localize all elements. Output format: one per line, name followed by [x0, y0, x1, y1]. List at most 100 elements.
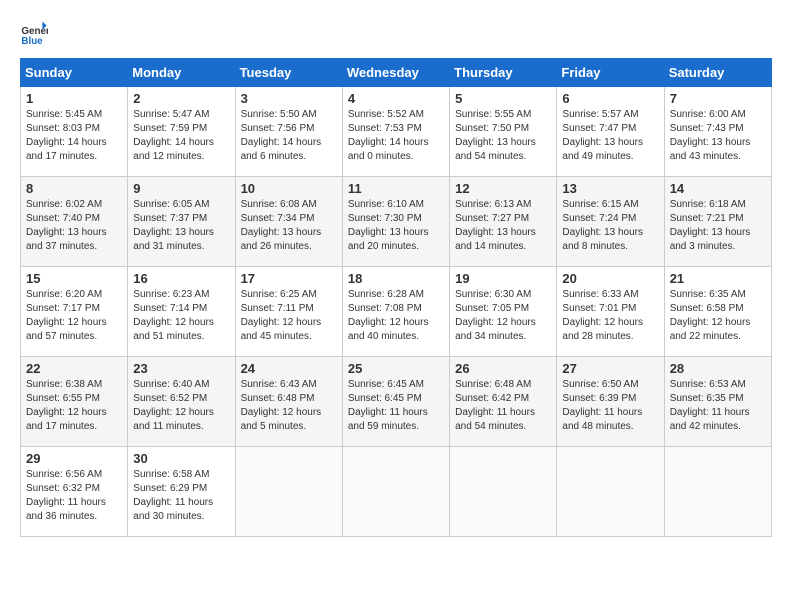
- day-number: 29: [26, 451, 122, 466]
- day-info: Sunrise: 6:38 AM Sunset: 6:55 PM Dayligh…: [26, 378, 122, 434]
- day-info: Sunrise: 6:28 AM Sunset: 7:08 PM Dayligh…: [348, 288, 444, 344]
- calendar-cell: 13 Sunrise: 6:15 AM Sunset: 7:24 PM Dayli…: [557, 177, 664, 267]
- weekday-header: Thursday: [450, 59, 557, 87]
- calendar-cell: 14 Sunrise: 6:18 AM Sunset: 7:21 PM Dayli…: [664, 177, 771, 267]
- day-number: 9: [133, 181, 229, 196]
- day-number: 13: [562, 181, 658, 196]
- calendar-cell: 27 Sunrise: 6:50 AM Sunset: 6:39 PM Dayli…: [557, 357, 664, 447]
- day-info: Sunrise: 5:57 AM Sunset: 7:47 PM Dayligh…: [562, 108, 658, 164]
- calendar-table: SundayMondayTuesdayWednesdayThursdayFrid…: [20, 58, 772, 537]
- calendar-cell: 20 Sunrise: 6:33 AM Sunset: 7:01 PM Dayli…: [557, 267, 664, 357]
- calendar-cell: 10 Sunrise: 6:08 AM Sunset: 7:34 PM Dayli…: [235, 177, 342, 267]
- calendar-cell: 2 Sunrise: 5:47 AM Sunset: 7:59 PM Daylig…: [128, 87, 235, 177]
- calendar-cell: 23 Sunrise: 6:40 AM Sunset: 6:52 PM Dayli…: [128, 357, 235, 447]
- day-info: Sunrise: 6:33 AM Sunset: 7:01 PM Dayligh…: [562, 288, 658, 344]
- calendar-cell: 30 Sunrise: 6:58 AM Sunset: 6:29 PM Dayli…: [128, 447, 235, 537]
- day-info: Sunrise: 6:48 AM Sunset: 6:42 PM Dayligh…: [455, 378, 551, 434]
- calendar-cell: 7 Sunrise: 6:00 AM Sunset: 7:43 PM Daylig…: [664, 87, 771, 177]
- day-number: 17: [241, 271, 337, 286]
- calendar-cell: 1 Sunrise: 5:45 AM Sunset: 8:03 PM Daylig…: [21, 87, 128, 177]
- day-number: 5: [455, 91, 551, 106]
- calendar-cell: [235, 447, 342, 537]
- day-number: 3: [241, 91, 337, 106]
- day-info: Sunrise: 6:15 AM Sunset: 7:24 PM Dayligh…: [562, 198, 658, 254]
- day-info: Sunrise: 5:52 AM Sunset: 7:53 PM Dayligh…: [348, 108, 444, 164]
- day-info: Sunrise: 6:30 AM Sunset: 7:05 PM Dayligh…: [455, 288, 551, 344]
- calendar-cell: 28 Sunrise: 6:53 AM Sunset: 6:35 PM Dayli…: [664, 357, 771, 447]
- day-number: 8: [26, 181, 122, 196]
- day-info: Sunrise: 6:58 AM Sunset: 6:29 PM Dayligh…: [133, 468, 229, 524]
- day-number: 23: [133, 361, 229, 376]
- weekday-header: Wednesday: [342, 59, 449, 87]
- day-number: 14: [670, 181, 766, 196]
- day-info: Sunrise: 6:53 AM Sunset: 6:35 PM Dayligh…: [670, 378, 766, 434]
- svg-text:Blue: Blue: [21, 36, 43, 47]
- calendar-cell: 9 Sunrise: 6:05 AM Sunset: 7:37 PM Daylig…: [128, 177, 235, 267]
- day-number: 16: [133, 271, 229, 286]
- day-info: Sunrise: 6:56 AM Sunset: 6:32 PM Dayligh…: [26, 468, 122, 524]
- weekday-header: Friday: [557, 59, 664, 87]
- day-number: 19: [455, 271, 551, 286]
- day-number: 18: [348, 271, 444, 286]
- day-info: Sunrise: 6:43 AM Sunset: 6:48 PM Dayligh…: [241, 378, 337, 434]
- calendar-cell: 29 Sunrise: 6:56 AM Sunset: 6:32 PM Dayli…: [21, 447, 128, 537]
- calendar-cell: 12 Sunrise: 6:13 AM Sunset: 7:27 PM Dayli…: [450, 177, 557, 267]
- day-info: Sunrise: 6:02 AM Sunset: 7:40 PM Dayligh…: [26, 198, 122, 254]
- day-number: 20: [562, 271, 658, 286]
- day-info: Sunrise: 5:47 AM Sunset: 7:59 PM Dayligh…: [133, 108, 229, 164]
- day-info: Sunrise: 5:45 AM Sunset: 8:03 PM Dayligh…: [26, 108, 122, 164]
- logo-icon: General Blue: [20, 20, 48, 48]
- day-number: 4: [348, 91, 444, 106]
- calendar-cell: 11 Sunrise: 6:10 AM Sunset: 7:30 PM Dayli…: [342, 177, 449, 267]
- day-info: Sunrise: 6:23 AM Sunset: 7:14 PM Dayligh…: [133, 288, 229, 344]
- day-info: Sunrise: 6:20 AM Sunset: 7:17 PM Dayligh…: [26, 288, 122, 344]
- calendar-cell: 18 Sunrise: 6:28 AM Sunset: 7:08 PM Dayli…: [342, 267, 449, 357]
- day-info: Sunrise: 6:18 AM Sunset: 7:21 PM Dayligh…: [670, 198, 766, 254]
- day-info: Sunrise: 6:05 AM Sunset: 7:37 PM Dayligh…: [133, 198, 229, 254]
- day-number: 24: [241, 361, 337, 376]
- day-number: 15: [26, 271, 122, 286]
- calendar-cell: 16 Sunrise: 6:23 AM Sunset: 7:14 PM Dayli…: [128, 267, 235, 357]
- calendar-cell: 26Sunrise: 6:48 AM Sunset: 6:42 PM Dayli…: [450, 357, 557, 447]
- day-number: 7: [670, 91, 766, 106]
- day-info: Sunrise: 6:10 AM Sunset: 7:30 PM Dayligh…: [348, 198, 444, 254]
- calendar-cell: [450, 447, 557, 537]
- calendar-cell: 24 Sunrise: 6:43 AM Sunset: 6:48 PM Dayli…: [235, 357, 342, 447]
- calendar-cell: 4 Sunrise: 5:52 AM Sunset: 7:53 PM Daylig…: [342, 87, 449, 177]
- day-info: Sunrise: 6:40 AM Sunset: 6:52 PM Dayligh…: [133, 378, 229, 434]
- calendar-cell: 3 Sunrise: 5:50 AM Sunset: 7:56 PM Daylig…: [235, 87, 342, 177]
- day-info: Sunrise: 6:13 AM Sunset: 7:27 PM Dayligh…: [455, 198, 551, 254]
- calendar-cell: [664, 447, 771, 537]
- calendar-cell: 6Sunrise: 5:57 AM Sunset: 7:47 PM Daylig…: [557, 87, 664, 177]
- day-number: 25: [348, 361, 444, 376]
- weekday-header: Monday: [128, 59, 235, 87]
- calendar-cell: 22 Sunrise: 6:38 AM Sunset: 6:55 PM Dayli…: [21, 357, 128, 447]
- day-number: 30: [133, 451, 229, 466]
- page-header: General Blue: [20, 20, 772, 48]
- weekday-header: Tuesday: [235, 59, 342, 87]
- day-info: Sunrise: 6:45 AM Sunset: 6:45 PM Dayligh…: [348, 378, 444, 434]
- logo: General Blue: [20, 20, 48, 48]
- day-number: 1: [26, 91, 122, 106]
- day-number: 28: [670, 361, 766, 376]
- calendar-cell: 8 Sunrise: 6:02 AM Sunset: 7:40 PM Daylig…: [21, 177, 128, 267]
- day-number: 22: [26, 361, 122, 376]
- day-number: 11: [348, 181, 444, 196]
- day-info: Sunrise: 6:50 AM Sunset: 6:39 PM Dayligh…: [562, 378, 658, 434]
- calendar-cell: 19 Sunrise: 6:30 AM Sunset: 7:05 PM Dayli…: [450, 267, 557, 357]
- day-number: 10: [241, 181, 337, 196]
- calendar-cell: 17 Sunrise: 6:25 AM Sunset: 7:11 PM Dayli…: [235, 267, 342, 357]
- weekday-header: Saturday: [664, 59, 771, 87]
- day-number: 2: [133, 91, 229, 106]
- day-info: Sunrise: 6:00 AM Sunset: 7:43 PM Dayligh…: [670, 108, 766, 164]
- day-number: 21: [670, 271, 766, 286]
- day-info: Sunrise: 5:55 AM Sunset: 7:50 PM Dayligh…: [455, 108, 551, 164]
- day-number: 27: [562, 361, 658, 376]
- calendar-cell: 15 Sunrise: 6:20 AM Sunset: 7:17 PM Dayli…: [21, 267, 128, 357]
- day-info: Sunrise: 6:25 AM Sunset: 7:11 PM Dayligh…: [241, 288, 337, 344]
- calendar-cell: 25 Sunrise: 6:45 AM Sunset: 6:45 PM Dayli…: [342, 357, 449, 447]
- day-info: Sunrise: 5:50 AM Sunset: 7:56 PM Dayligh…: [241, 108, 337, 164]
- day-number: 12: [455, 181, 551, 196]
- calendar-cell: 21Sunrise: 6:35 AM Sunset: 6:58 PM Dayli…: [664, 267, 771, 357]
- day-info: Sunrise: 6:08 AM Sunset: 7:34 PM Dayligh…: [241, 198, 337, 254]
